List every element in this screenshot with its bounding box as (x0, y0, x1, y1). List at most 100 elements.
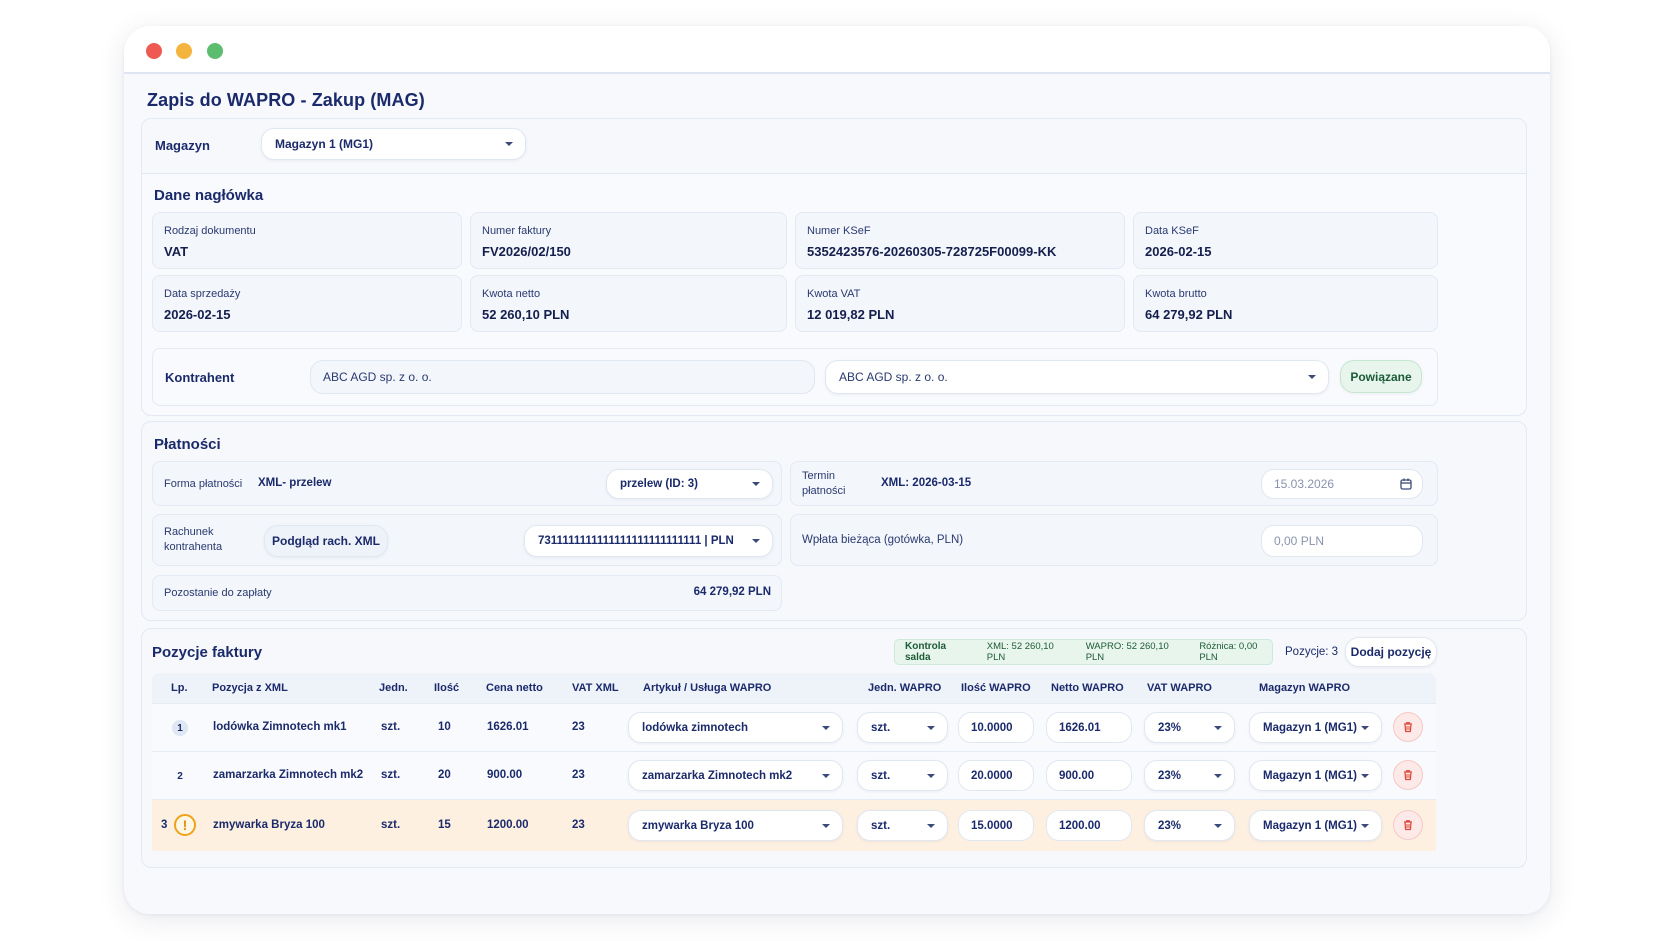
kontrahent-xml-field[interactable]: ABC AGD sp. z o. o. (310, 360, 815, 394)
table-row: 1 lodówka Zimnotech mk1 szt. 10 1626.01 … (152, 703, 1436, 751)
row-qty: 15 (438, 819, 451, 831)
field-value: VAT (164, 244, 189, 259)
rachunek-select[interactable]: 7311111111111111111111111111 | PLN (524, 525, 773, 557)
delete-row-button[interactable] (1393, 810, 1423, 840)
row-vat: 23 (572, 769, 585, 781)
vat-wapro-select[interactable]: 23% (1144, 810, 1235, 841)
termin-date-value: 15.03.2026 (1274, 477, 1335, 491)
dane-naglowka-section: Dane nagłówka Rodzaj dokumentu VAT Numer… (142, 173, 1526, 415)
net-wapro-input[interactable]: 1200.00 (1046, 810, 1132, 841)
dodaj-pozycje-button[interactable]: Dodaj pozycję (1345, 637, 1437, 667)
calendar-icon[interactable] (1400, 478, 1412, 490)
payments-panel: Płatności Forma płatności XML- przelew p… (141, 421, 1527, 621)
unit-wapro-value: szt. (871, 819, 891, 832)
field-label: Kwota brutto (1145, 288, 1207, 300)
row-price: 1626.01 (487, 721, 529, 733)
kontrahent-select-value: ABC AGD sp. z o. o. (839, 370, 948, 384)
kontrahent-select[interactable]: ABC AGD sp. z o. o. (825, 360, 1329, 394)
col-header: Netto WAPRO (1051, 682, 1124, 694)
title-bar (124, 26, 1550, 74)
net-wapro-value: 900.00 (1059, 769, 1095, 782)
rachunek-row: Rachunek kontrahenta Podgląd rach. XML 7… (152, 514, 782, 566)
delete-row-button[interactable] (1393, 712, 1423, 742)
kontrahent-xml-value: ABC AGD sp. z o. o. (323, 370, 432, 384)
chevron-down-icon (927, 773, 935, 778)
wplata-input[interactable]: 0,00 PLN (1261, 525, 1423, 557)
magazyn-wapro-select[interactable]: Magazyn 1 (MG1) (1249, 760, 1382, 791)
unit-wapro-select[interactable]: szt. (857, 810, 948, 841)
section-title-pozycje: Pozycje faktury (152, 644, 263, 661)
table-row: 3 ! zmywarka Bryza 100 szt. 15 1200.00 2… (152, 799, 1436, 851)
qty-wapro-input[interactable]: 10.0000 (958, 712, 1034, 743)
kontrahent-row: Kontrahent ABC AGD sp. z o. o. ABC AGD s… (152, 348, 1438, 406)
warning-icon: ! (174, 814, 196, 836)
net-wapro-value: 1626.01 (1059, 721, 1101, 734)
magazyn-select-value: Magazyn 1 (MG1) (275, 137, 374, 151)
field-rodzaj-dokumentu: Rodzaj dokumentu VAT (152, 212, 462, 269)
close-window-button[interactable] (146, 43, 162, 59)
rachunek-label-line1: Rachunek (164, 526, 214, 538)
chevron-down-icon (1361, 773, 1369, 778)
magazyn-select[interactable]: Magazyn 1 (MG1) (261, 128, 526, 160)
delete-row-button[interactable] (1393, 760, 1423, 790)
vat-wapro-value: 23% (1158, 721, 1182, 734)
termin-label-line1: Termin (802, 470, 836, 482)
items-panel: Pozycje faktury Kontrola salda XML: 52 2… (141, 628, 1527, 868)
vat-wapro-select[interactable]: 23% (1144, 760, 1235, 791)
chevron-down-icon (1214, 773, 1222, 778)
article-select[interactable]: zamarzarka Zimnotech mk2 (628, 760, 843, 791)
chevron-down-icon (1361, 725, 1369, 730)
minimize-window-button[interactable] (176, 43, 192, 59)
chevron-down-icon (927, 823, 935, 828)
trash-icon (1404, 770, 1412, 781)
row-name: zmywarka Bryza 100 (213, 819, 325, 831)
article-select-value: zamarzarka Zimnotech mk2 (642, 769, 793, 782)
magazyn-wapro-select[interactable]: Magazyn 1 (MG1) (1249, 712, 1382, 743)
maximize-window-button[interactable] (207, 43, 223, 59)
col-header: Ilość WAPRO (961, 682, 1031, 694)
chevron-down-icon (752, 539, 760, 543)
qty-wapro-input[interactable]: 20.0000 (958, 760, 1034, 791)
qty-wapro-input[interactable]: 15.0000 (958, 810, 1034, 841)
pozostanie-row: Pozostanie do zapłaty 64 279,92 PLN (152, 575, 782, 611)
vat-wapro-select[interactable]: 23% (1144, 712, 1235, 743)
magazyn-wapro-value: Magazyn 1 (MG1) (1263, 721, 1357, 734)
field-kwota-vat: Kwota VAT 12 019,82 PLN (795, 275, 1125, 332)
table-row: 2 zamarzarka Zimnotech mk2 szt. 20 900.0… (152, 751, 1436, 799)
powiazane-button[interactable]: Powiązane (1340, 360, 1422, 393)
magazyn-wapro-select[interactable]: Magazyn 1 (MG1) (1249, 810, 1382, 841)
unit-wapro-select[interactable]: szt. (857, 712, 948, 743)
unit-wapro-select[interactable]: szt. (857, 760, 948, 791)
chevron-down-icon (822, 773, 830, 778)
section-title-platnosci: Płatności (154, 436, 221, 453)
field-value: 2026-02-15 (164, 307, 231, 322)
kontrahent-label: Kontrahent (165, 370, 235, 385)
row-price: 900.00 (487, 769, 523, 781)
podglad-rach-xml-button[interactable]: Podgląd rach. XML (264, 525, 388, 557)
col-header: Artykuł / Usługa WAPRO (643, 682, 772, 694)
row-price: 1200.00 (487, 819, 529, 831)
article-select[interactable]: zmywarka Bryza 100 (628, 810, 843, 841)
field-label: Kwota netto (482, 288, 541, 300)
forma-platnosci-select[interactable]: przelew (ID: 3) (606, 469, 773, 499)
row-number-badge: 1 (172, 720, 188, 736)
chevron-down-icon (505, 142, 513, 146)
field-label: Numer faktury (482, 225, 552, 237)
article-select[interactable]: lodówka zimnotech (628, 712, 843, 743)
net-wapro-input[interactable]: 1626.01 (1046, 712, 1132, 743)
chevron-down-icon (927, 725, 935, 730)
magazyn-label: Magazyn (155, 138, 210, 153)
termin-date-input[interactable]: 15.03.2026 (1261, 469, 1423, 499)
row-unit: szt. (381, 721, 401, 733)
qty-wapro-value: 10.0000 (971, 721, 1013, 734)
net-wapro-input[interactable]: 900.00 (1046, 760, 1132, 791)
wplata-label: Wpłata bieżąca (gotówka, PLN) (802, 534, 964, 546)
field-label: Data KSeF (1145, 225, 1199, 237)
pozostanie-value: 64 279,92 PLN (693, 586, 771, 598)
article-select-value: zmywarka Bryza 100 (642, 819, 754, 832)
termin-xml-value: XML: 2026-03-15 (881, 477, 972, 489)
field-label: Kwota VAT (807, 288, 861, 300)
pozostanie-label: Pozostanie do zapłaty (164, 587, 272, 599)
chevron-down-icon (1214, 725, 1222, 730)
wplata-value: 0,00 PLN (1274, 534, 1325, 548)
